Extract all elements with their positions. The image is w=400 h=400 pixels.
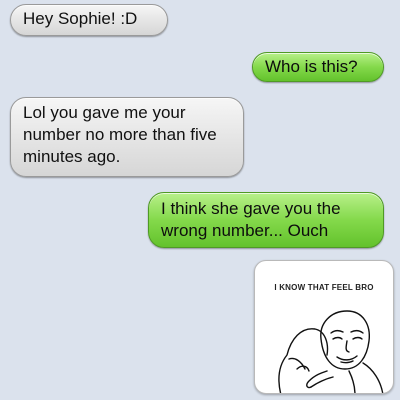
message-thread: Hey Sophie! :D Who is this? Lol you gave…: [0, 0, 400, 400]
message-bubble-outgoing[interactable]: I think she gave you the wrong number...…: [148, 192, 384, 248]
meme-image-attachment[interactable]: I KNOW THAT FEEL BRO: [254, 260, 394, 394]
message-text: I think she gave you the: [161, 199, 341, 218]
meme-caption: I KNOW THAT FEEL BRO: [274, 283, 374, 292]
message-bubble-incoming[interactable]: Lol you gave me your number no more than…: [10, 97, 244, 177]
message-text: Who is this?: [265, 57, 358, 76]
message-text: Hey Sophie! :D: [23, 9, 138, 28]
hugging-friends-drawing: [278, 310, 384, 393]
message-text: wrong number... Ouch: [161, 221, 329, 240]
message-bubble-incoming[interactable]: Hey Sophie! :D: [10, 4, 168, 36]
message-text: number no more than five: [23, 125, 217, 144]
message-text: Lol you gave me your: [23, 103, 186, 122]
message-text: minutes ago.: [23, 147, 121, 166]
message-bubble-outgoing[interactable]: Who is this?: [252, 52, 384, 82]
